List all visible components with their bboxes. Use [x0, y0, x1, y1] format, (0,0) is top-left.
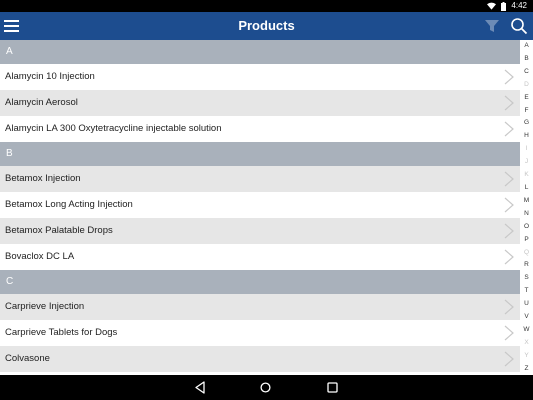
chevron-right-icon — [504, 171, 514, 187]
index-letter-i[interactable]: I — [526, 145, 528, 153]
index-letter-k[interactable]: K — [524, 171, 528, 179]
chevron-right-icon — [504, 223, 514, 239]
list-item-label: Alamycin 10 Injection — [5, 71, 95, 82]
index-letter-a[interactable]: A — [524, 42, 528, 50]
list-item[interactable]: Alamycin 10 Injection — [0, 64, 520, 90]
index-letter-g[interactable]: G — [524, 119, 529, 127]
list-item[interactable]: Betamox Long Acting Injection — [0, 192, 520, 218]
index-letter-q[interactable]: Q — [524, 249, 529, 257]
index-letter-b[interactable]: B — [524, 55, 528, 63]
list-item-label: Bovaclox DC LA — [5, 251, 75, 262]
list-item[interactable]: Alamycin LA 300 Oxytetracycline injectab… — [0, 116, 520, 142]
filter-icon[interactable] — [484, 18, 500, 34]
list-item[interactable]: Betamox Injection — [0, 166, 520, 192]
index-letter-z[interactable]: Z — [525, 365, 529, 373]
list-item[interactable]: Colvasone — [0, 346, 520, 372]
list-item-label: Carprieve Tablets for Dogs — [5, 327, 118, 338]
list-item-label: Betamox Palatable Drops — [5, 225, 113, 236]
list-item[interactable]: Bovaclox DC LA — [0, 244, 520, 270]
home-icon[interactable] — [260, 382, 271, 393]
chevron-right-icon — [504, 249, 514, 265]
list-item-label: Alamycin Aerosol — [5, 97, 78, 108]
index-letter-y[interactable]: Y — [524, 352, 528, 360]
index-letter-j[interactable]: J — [525, 158, 528, 166]
chevron-right-icon — [504, 69, 514, 85]
chevron-right-icon — [504, 121, 514, 137]
chevron-right-icon — [504, 351, 514, 367]
back-icon[interactable] — [194, 381, 206, 394]
chevron-right-icon — [504, 299, 514, 315]
index-letter-w[interactable]: W — [523, 326, 529, 334]
product-list[interactable]: A Alamycin 10 Injection Alamycin Aerosol… — [0, 40, 520, 375]
list-item-label: Alamycin LA 300 Oxytetracycline injectab… — [5, 123, 222, 134]
index-letter-s[interactable]: S — [524, 274, 528, 282]
index-letter-v[interactable]: V — [524, 313, 528, 321]
list-item[interactable]: Carprieve Injection — [0, 294, 520, 320]
list-item-label: Carprieve Injection — [5, 301, 85, 312]
index-letter-h[interactable]: H — [524, 132, 529, 140]
app-bar: Products — [0, 12, 533, 40]
index-letter-x[interactable]: X — [524, 339, 528, 347]
index-letter-p[interactable]: P — [524, 236, 528, 244]
wifi-icon — [487, 2, 497, 10]
search-icon[interactable] — [510, 17, 528, 35]
recents-icon[interactable] — [327, 382, 338, 393]
index-letter-u[interactable]: U — [524, 300, 529, 308]
section-header-a: A — [0, 40, 520, 64]
index-letter-c[interactable]: C — [524, 68, 529, 76]
section-header-c: C — [0, 270, 520, 294]
status-bar: 4:42 — [0, 0, 533, 12]
page-title: Products — [238, 18, 295, 33]
index-letter-n[interactable]: N — [524, 210, 529, 218]
index-letter-r[interactable]: R — [524, 261, 529, 269]
chevron-right-icon — [504, 197, 514, 213]
index-letter-f[interactable]: F — [525, 107, 529, 115]
list-item[interactable]: Carprieve Tablets for Dogs — [0, 320, 520, 346]
navigation-bar — [0, 375, 533, 400]
section-header-b: B — [0, 142, 520, 166]
index-letter-e[interactable]: E — [524, 94, 528, 102]
index-letter-o[interactable]: O — [524, 223, 529, 231]
status-icons: 4:42 — [487, 0, 527, 12]
list-item-label: Colvasone — [5, 353, 50, 364]
list-item-label: Betamox Injection — [5, 173, 81, 184]
index-letter-m[interactable]: M — [524, 197, 529, 205]
index-letter-d[interactable]: D — [524, 81, 529, 89]
index-letter-l[interactable]: L — [525, 184, 529, 192]
chevron-right-icon — [504, 325, 514, 341]
list-item-label: Betamox Long Acting Injection — [5, 199, 133, 210]
list-item[interactable]: Betamox Palatable Drops — [0, 218, 520, 244]
battery-icon — [501, 1, 507, 11]
status-time: 4:42 — [511, 1, 527, 10]
list-item[interactable]: Alamycin Aerosol — [0, 90, 520, 116]
index-letter-t[interactable]: T — [525, 287, 529, 295]
chevron-right-icon — [504, 95, 514, 111]
alphabet-index[interactable]: ABCDEFGHIJKLMNOPQRSTUVWXYZ — [520, 40, 533, 375]
